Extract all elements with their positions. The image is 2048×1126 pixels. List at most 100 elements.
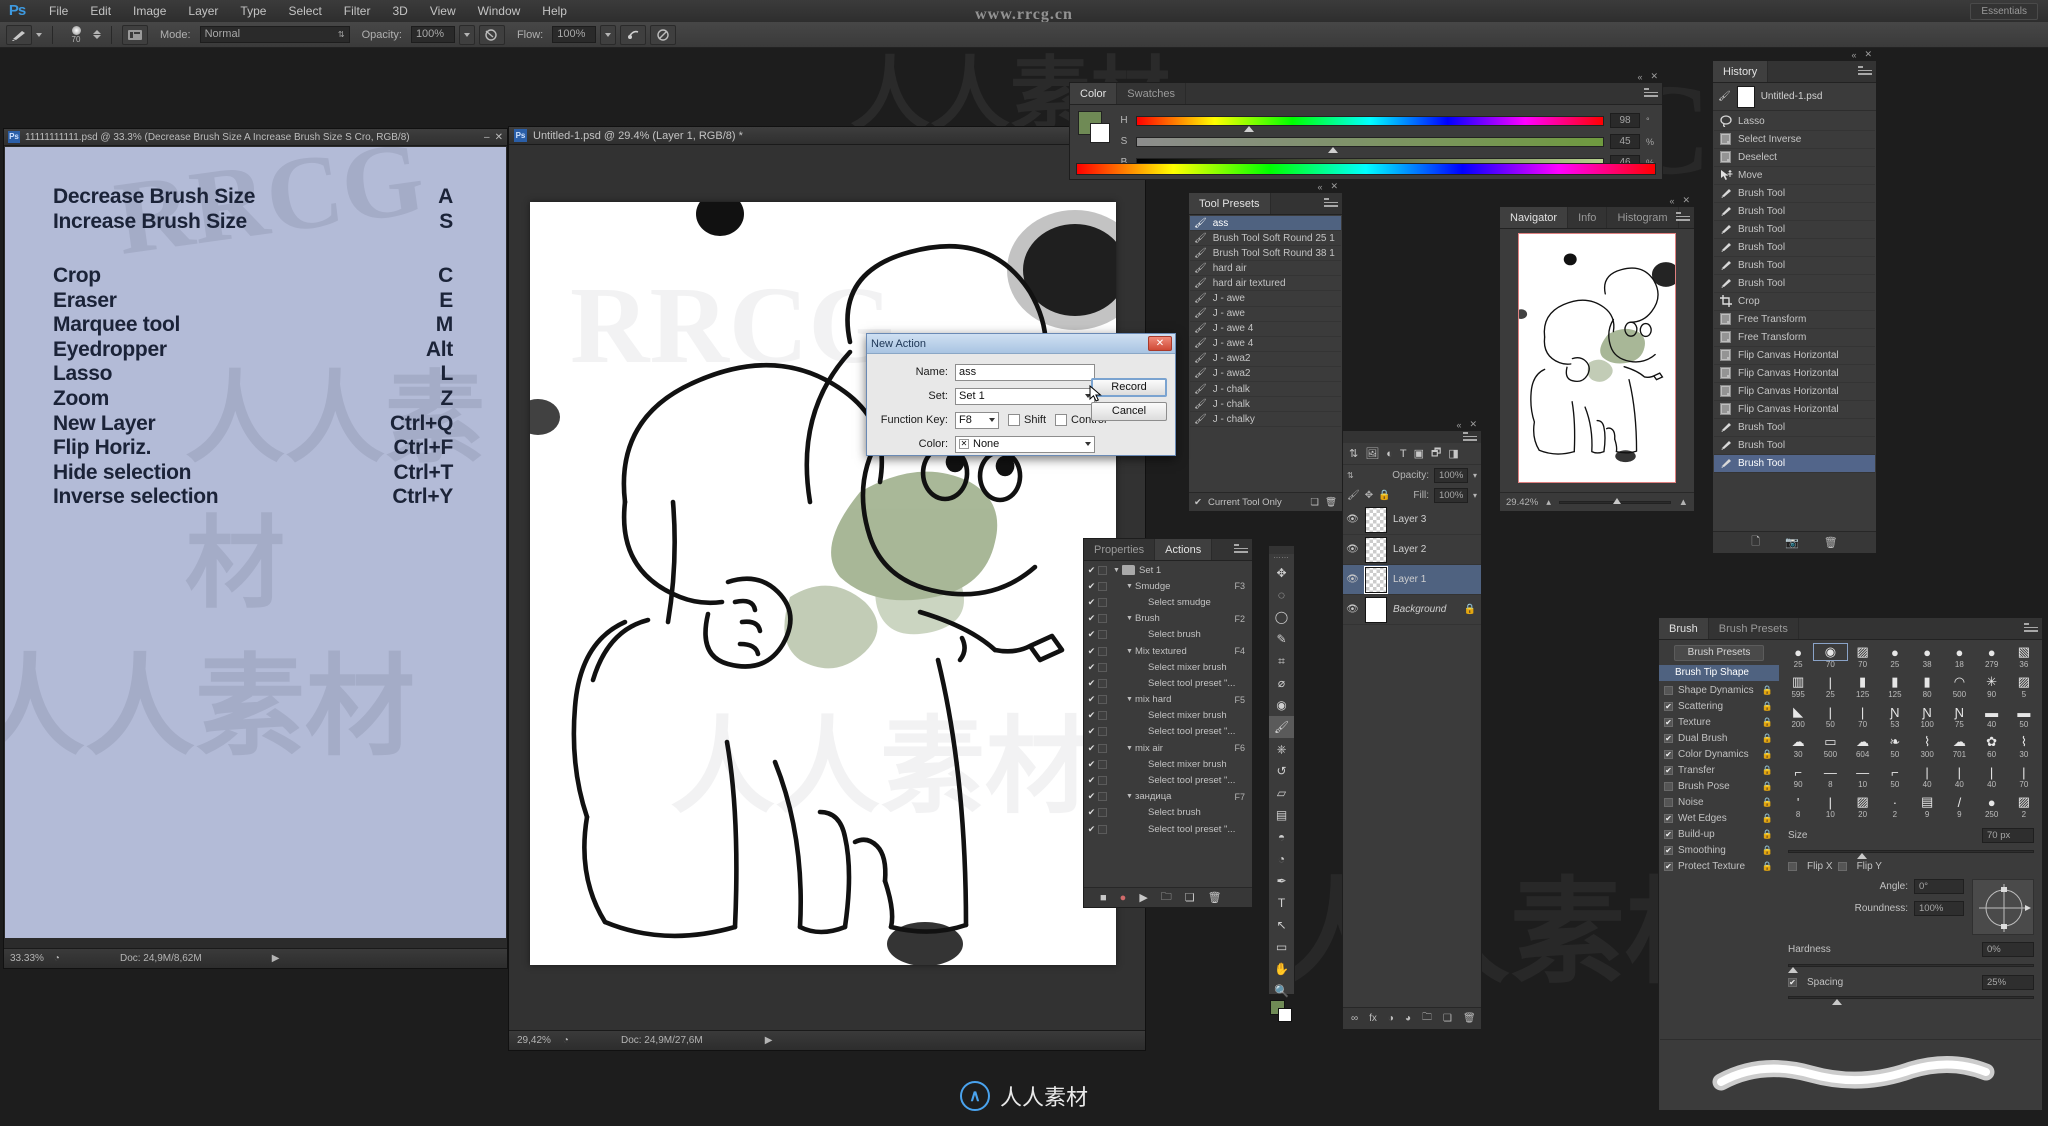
filter-image-icon[interactable]: 🖼 — [1365, 447, 1379, 460]
dodge-tool[interactable]: ◔ — [1269, 848, 1294, 870]
filter-toggle-icon[interactable]: ◨ — [1448, 447, 1458, 460]
background-color-swatch[interactable] — [1278, 1008, 1292, 1022]
action-row[interactable]: ✔Select brush — [1085, 805, 1251, 821]
foreground-background-swatch[interactable] — [1078, 111, 1112, 145]
brush-tip-cell[interactable]: ☁30 — [1782, 734, 1814, 764]
action-enabled-check[interactable]: ✔ — [1085, 710, 1098, 721]
panel-menu-icon[interactable] — [1858, 66, 1872, 77]
brush-tip-cell[interactable]: ❧50 — [1879, 734, 1911, 764]
panel-menu-icon[interactable] — [1644, 88, 1658, 99]
lock-icon[interactable]: 🔒 — [1762, 749, 1773, 760]
filter-shape-icon[interactable]: ▣ — [1414, 447, 1424, 460]
eye-icon[interactable]: 👁 — [1346, 544, 1359, 555]
action-row[interactable]: ✔Select mixer brush — [1085, 659, 1251, 675]
color-panel[interactable]: Color Swatches «✕ H 98 ° S 45 % B — [1069, 82, 1663, 180]
brush-tip-cell[interactable]: |70 — [2008, 764, 2040, 794]
layers-panel[interactable]: «✕ ⇅ 🖼 ◐ T ▣ 🗗 ◨ ⇅ Opacity: 100% ▾ 🖌 ✥ 🔒… — [1342, 430, 1482, 1030]
hardness-slider[interactable] — [1788, 964, 2034, 967]
link-layers-icon[interactable]: ∞ — [1351, 1013, 1358, 1024]
brush-option-row[interactable]: ✔Texture🔒 — [1659, 714, 1779, 730]
brush-tip-cell[interactable]: |70 — [1847, 704, 1879, 734]
menu-item-view[interactable]: View — [419, 0, 467, 22]
opacity-caret-icon[interactable] — [459, 25, 475, 45]
color-panel-tabs[interactable]: Color Swatches — [1070, 83, 1662, 105]
brush-tip-cell[interactable]: ·2 — [1879, 794, 1911, 824]
checkmark-icon[interactable]: ✔ — [1194, 497, 1202, 508]
tool-preset-item[interactable]: 🖌Brush Tool Soft Round 38 1 — [1190, 246, 1341, 261]
action-dialog-toggle[interactable] — [1098, 727, 1107, 736]
size-slider[interactable] — [1788, 850, 2034, 853]
history-state-item[interactable]: Brush Tool — [1714, 239, 1875, 257]
action-row[interactable]: ✔▼Mix texturedF4 — [1085, 643, 1251, 659]
zoom-out-icon[interactable]: ▴ — [1546, 497, 1551, 508]
expand-arrow-icon[interactable]: ▼ — [1124, 648, 1135, 655]
size-value[interactable]: 70 px — [1982, 828, 2034, 843]
brush-tip-cell[interactable]: |40 — [1976, 764, 2008, 794]
tab-navigator[interactable]: Navigator — [1500, 207, 1568, 228]
blend-mode-stepper-icon[interactable]: ⇅ — [1347, 471, 1354, 480]
tab-brush[interactable]: Brush — [1659, 618, 1709, 639]
cancel-button[interactable]: Cancel — [1091, 402, 1167, 421]
clone-stamp-tool[interactable]: ⎈ — [1269, 738, 1294, 760]
toolbox-color-swatches[interactable] — [1270, 1000, 1294, 1024]
eye-icon[interactable]: 👁 — [1346, 574, 1359, 585]
brush-tip-cell[interactable]: Ɲ100 — [1911, 704, 1943, 734]
lock-icon[interactable]: 🔒 — [1762, 845, 1773, 856]
brush-tip-cell[interactable]: ✳90 — [1976, 674, 2008, 704]
marquee-tool[interactable]: ◌ — [1269, 584, 1294, 606]
pressure-opacity-toggle-icon[interactable] — [479, 25, 505, 45]
tab-info[interactable]: Info — [1568, 207, 1607, 228]
action-dialog-toggle[interactable] — [1098, 711, 1107, 720]
pressure-size-toggle-icon[interactable] — [650, 25, 676, 45]
left-window-minimize-icon[interactable]: – — [484, 132, 490, 143]
tab-history[interactable]: History — [1713, 61, 1768, 82]
brush-tip-cell[interactable]: ●18 — [1943, 644, 1975, 674]
action-dialog-toggle[interactable] — [1098, 598, 1107, 607]
left-zoom-value[interactable]: 33.33% — [10, 953, 44, 964]
tool-preset-item[interactable]: 🖌J - awa2 — [1190, 352, 1341, 367]
brush-option-row[interactable]: ✔Protect Texture🔒 — [1659, 858, 1779, 874]
tool-preset-item[interactable]: 🖌Brush Tool Soft Round 25 1 — [1190, 231, 1341, 246]
layers-panel-header[interactable] — [1343, 431, 1481, 443]
history-state-item[interactable]: Flip Canvas Horizontal — [1714, 365, 1875, 383]
flip-y-checkbox[interactable] — [1838, 862, 1847, 871]
layer-style-icon[interactable]: fx — [1369, 1013, 1377, 1024]
new-action-icon[interactable]: ❏ — [1185, 891, 1195, 904]
action-row[interactable]: ✔▼зандицаF7 — [1085, 789, 1251, 805]
eraser-tool[interactable]: ▱ — [1269, 782, 1294, 804]
brush-option-checkbox[interactable]: ✔ — [1664, 862, 1673, 871]
brush-option-row[interactable]: ✔Wet Edges🔒 — [1659, 810, 1779, 826]
close-icon[interactable]: ✕ — [1682, 195, 1690, 206]
brush-option-checkbox[interactable]: ✔ — [1664, 814, 1673, 823]
left-status-arrow-icon[interactable]: ▶ — [272, 953, 280, 964]
history-controls[interactable]: «✕ — [1851, 48, 1872, 61]
action-dialog-toggle[interactable] — [1098, 808, 1107, 817]
tool-preset-item[interactable]: 🖌J - chalky — [1190, 412, 1341, 427]
new-document-from-state-icon[interactable]: 🗋 — [1751, 533, 1760, 552]
tab-brush-presets[interactable]: Brush Presets — [1709, 618, 1799, 639]
history-state-item[interactable]: Flip Canvas Horizontal — [1714, 401, 1875, 419]
action-dialog-toggle[interactable] — [1098, 566, 1107, 575]
history-state-item[interactable]: Select Inverse — [1714, 131, 1875, 149]
brush-tip-cell[interactable]: /9 — [1943, 794, 1975, 824]
brush-tip-cell[interactable]: ▨2 — [2008, 794, 2040, 824]
expand-arrow-icon[interactable]: ▼ — [1124, 793, 1135, 800]
navigator-tabs[interactable]: Navigator Info Histogram — [1500, 207, 1694, 229]
actions-panel[interactable]: Properties Actions ✔▼Set 1✔▼SmudgeF3✔Sel… — [1083, 538, 1253, 908]
navigator-panel[interactable]: Navigator Info Histogram «✕ — [1499, 206, 1695, 512]
color-panel-controls[interactable]: «✕ — [1637, 70, 1658, 83]
history-tabs[interactable]: History — [1713, 61, 1876, 83]
hand-tool[interactable]: ✋ — [1269, 958, 1294, 980]
tool-preset-item[interactable]: 🖌J - awa2 — [1190, 367, 1341, 382]
brush-option-checkbox[interactable]: ✔ — [1664, 750, 1673, 759]
brush-option-checkbox[interactable] — [1664, 686, 1673, 695]
action-enabled-check[interactable]: ✔ — [1085, 694, 1098, 705]
action-enabled-check[interactable]: ✔ — [1085, 613, 1098, 624]
brush-tip-cell[interactable]: ☁701 — [1943, 734, 1975, 764]
tool-preset-item[interactable]: 🖌ass — [1190, 216, 1341, 231]
action-enabled-check[interactable]: ✔ — [1085, 646, 1098, 657]
tool-presets-panel[interactable]: Tool Presets «✕ 🖌ass 🖌Brush Tool Soft Ro… — [1188, 192, 1343, 512]
action-dialog-toggle[interactable] — [1098, 776, 1107, 785]
airbrush-toggle-icon[interactable] — [620, 25, 646, 45]
menu-item-edit[interactable]: Edit — [79, 0, 122, 22]
